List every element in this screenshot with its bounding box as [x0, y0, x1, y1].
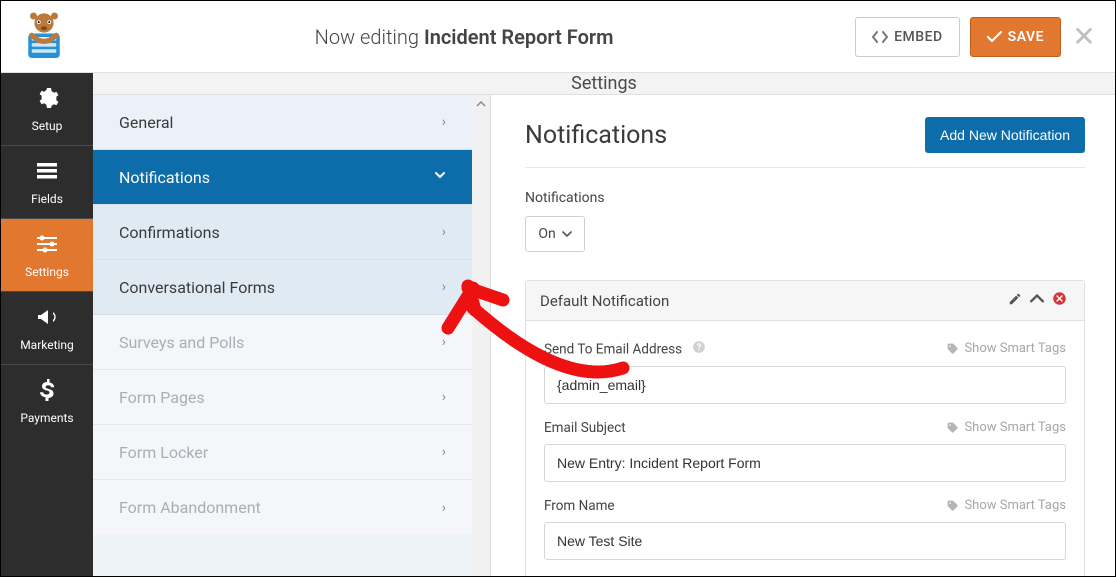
submenu-item-general[interactable]: General › [93, 95, 472, 150]
list-icon [35, 159, 59, 186]
smart-tags-toggle[interactable]: Show Smart Tags [946, 341, 1066, 356]
rail-item-marketing[interactable]: Marketing [1, 292, 93, 364]
embed-button[interactable]: EMBED [855, 17, 960, 57]
smart-tags-toggle[interactable]: Show Smart Tags [946, 498, 1066, 513]
save-label: SAVE [1008, 29, 1044, 45]
submenu-label: Form Pages [119, 388, 205, 407]
rail-item-fields[interactable]: Fields [1, 146, 93, 218]
notification-card-header: Default Notification [526, 281, 1084, 321]
chevron-down-icon [434, 169, 446, 185]
rail-item-settings[interactable]: Settings [1, 219, 93, 291]
chevron-right-icon: › [442, 334, 446, 350]
rail-label: Fields [31, 192, 63, 206]
submenu-item-surveys[interactable]: Surveys and Polls › [93, 315, 472, 370]
rail-label: Payments [20, 411, 73, 425]
toggle-value: On [538, 226, 555, 242]
chevron-right-icon: › [442, 389, 446, 405]
rail-label: Marketing [20, 338, 74, 352]
submenu-scrollbar[interactable] [472, 95, 490, 577]
submenu-item-notifications[interactable]: Notifications [93, 150, 472, 205]
submenu-item-formabandon[interactable]: Form Abandonment › [93, 480, 472, 535]
chevron-right-icon: › [442, 224, 446, 240]
notifications-toggle-select[interactable]: On [525, 216, 585, 252]
submenu-item-confirmations[interactable]: Confirmations › [93, 205, 472, 260]
submenu-label: Form Abandonment [119, 498, 261, 517]
field-label: From Name [544, 498, 615, 514]
chevron-right-icon: › [442, 279, 446, 295]
notification-card: Default Notification [525, 280, 1085, 577]
field-label: Email Subject [544, 420, 626, 436]
smart-tags-toggle[interactable]: Show Smart Tags [946, 420, 1066, 435]
save-button[interactable]: SAVE [970, 17, 1061, 57]
add-notification-button[interactable]: Add New Notification [925, 117, 1085, 153]
close-button[interactable]: ✕ [1067, 23, 1101, 51]
scroll-up-arrow[interactable] [472, 95, 489, 113]
submenu-label: Conversational Forms [119, 278, 275, 297]
rail-item-setup[interactable]: Setup [1, 73, 93, 145]
content-panel: Notifications Add New Notification Notif… [491, 95, 1115, 577]
chevron-right-icon: › [442, 114, 446, 130]
help-icon[interactable] [691, 339, 706, 354]
gear-icon [35, 86, 59, 113]
submenu-label: Form Locker [119, 443, 208, 462]
rail-label: Setup [32, 119, 63, 133]
chevron-right-icon: › [442, 500, 446, 516]
edit-icon[interactable] [1004, 292, 1026, 310]
submenu-label: Surveys and Polls [119, 333, 244, 352]
email-subject-input[interactable] [544, 444, 1066, 482]
submenu-label: Confirmations [119, 223, 220, 242]
editing-title: Now editing Incident Report Form [73, 25, 855, 49]
rail-label: Settings [25, 265, 69, 279]
left-rail: Setup Fields Settings Mark [1, 73, 93, 577]
rail-item-payments[interactable]: Payments [1, 365, 93, 437]
field-label: Send To Email Address [544, 342, 682, 358]
settings-submenu: General › Notifications Confirmations › [93, 95, 491, 577]
from-name-input[interactable] [544, 522, 1066, 560]
submenu-label: Notifications [119, 168, 210, 187]
wpforms-logo[interactable] [15, 8, 73, 66]
dollar-icon [35, 378, 59, 405]
collapse-icon[interactable] [1026, 292, 1048, 310]
submenu-label: General [119, 113, 173, 132]
settings-header-label: Settings [571, 73, 637, 94]
card-title: Default Notification [540, 292, 669, 310]
now-editing-prefix: Now editing [315, 25, 419, 49]
sliders-icon [35, 232, 59, 259]
chevron-right-icon: › [442, 444, 446, 460]
notifications-toggle-label: Notifications [525, 190, 1085, 206]
delete-icon[interactable] [1048, 291, 1070, 310]
content-heading: Notifications [525, 121, 667, 150]
bullhorn-icon [35, 305, 59, 332]
submenu-item-formpages[interactable]: Form Pages › [93, 370, 472, 425]
settings-header: Settings [93, 73, 1115, 95]
send-to-email-input[interactable] [544, 366, 1066, 404]
embed-label: EMBED [894, 29, 943, 45]
form-name: Incident Report Form [424, 25, 614, 49]
submenu-item-formlocker[interactable]: Form Locker › [93, 425, 472, 480]
topbar: Now editing Incident Report Form EMBED S… [1, 1, 1115, 73]
submenu-item-conversational[interactable]: Conversational Forms › [93, 260, 472, 315]
